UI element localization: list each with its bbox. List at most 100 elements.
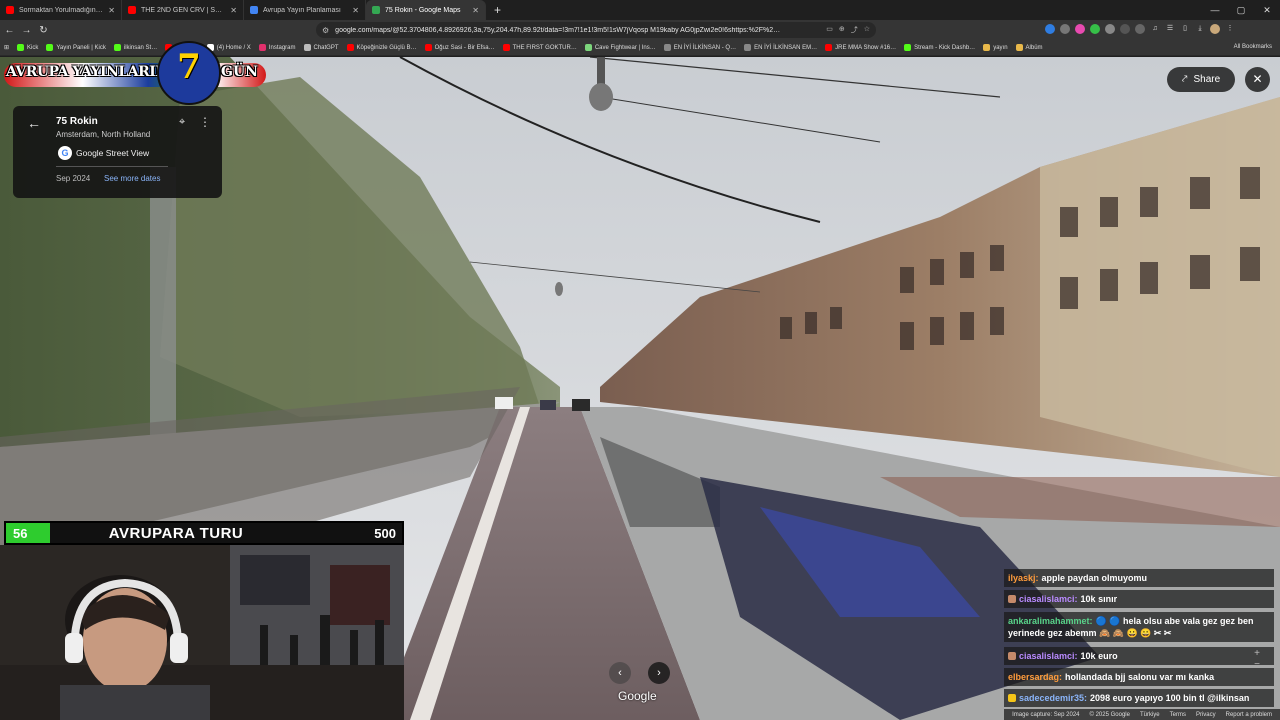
privacy-link[interactable]: Privacy — [1196, 712, 1216, 718]
share-label: Share — [1193, 74, 1221, 85]
close-tab-icon[interactable]: ✕ — [108, 6, 115, 15]
sidebar-icon[interactable]: ▯ — [1180, 24, 1190, 34]
chat-message: ilyaskj: apple paydan olmuyomu — [1004, 569, 1274, 587]
minimize-button[interactable]: — — [1202, 0, 1228, 20]
address-bar[interactable]: ⚙ google.com/maps/@52.3704806,4.8926926,… — [316, 22, 876, 38]
bookmark-item[interactable]: ChatGPT — [303, 44, 339, 51]
bookmark-item[interactable]: Cave Fightwear | Ins… — [584, 44, 656, 51]
browser-tab[interactable]: Avrupa Yayın Planlaması ✕ — [244, 0, 366, 20]
downloads-icon[interactable]: ⤓ — [1195, 24, 1205, 34]
profile-icon[interactable] — [1210, 24, 1220, 34]
browser-tab[interactable]: Sormaktan Yorulmadığınız O Sorun… ✕ — [0, 0, 122, 20]
next-arrow-button[interactable]: › — [648, 662, 670, 684]
bookmark-label: yayın — [993, 44, 1008, 51]
music-icon[interactable]: ♫ — [1150, 24, 1160, 34]
zoom-controls[interactable]: + − — [1250, 648, 1264, 680]
chat-username[interactable]: elbersardag: — [1008, 672, 1062, 682]
bookmark-label: Köpeğinizle Güçlü B… — [356, 44, 417, 51]
terms-link[interactable]: Terms — [1170, 712, 1186, 718]
all-bookmarks-label: All Bookmarks — [1233, 44, 1272, 50]
chat-username[interactable]: ciasalislamci: — [1019, 651, 1078, 661]
bookmark-label: EN İYİ İLKİNSAN EM… — [754, 44, 818, 51]
bookmark-favicon-icon — [424, 44, 432, 51]
bookmark-item[interactable]: Stream - Kick Dashb… — [904, 44, 975, 51]
user-badge-icon — [1008, 595, 1016, 603]
close-window-button[interactable]: ✕ — [1254, 0, 1280, 20]
back-button[interactable]: ← — [2, 25, 17, 36]
reload-button[interactable]: ↻ — [36, 25, 51, 36]
chat-text: 10k euro — [1080, 651, 1118, 661]
extension-icon[interactable] — [1105, 24, 1115, 34]
place-info-card: ← 75 Rokin Amsterdam, North Holland ⌖ ⋮ … — [13, 106, 222, 198]
bookmark-item[interactable]: yayın — [983, 44, 1008, 51]
bookmark-item[interactable]: EN İYİ İLKİNSAN EM… — [744, 44, 817, 51]
chat-message: ciasalislamci: 10k euro — [1004, 647, 1274, 665]
close-tab-icon[interactable]: ✕ — [472, 6, 479, 15]
bookmark-item[interactable]: Oğuz Sasi - Bir Efsa… — [424, 44, 495, 51]
bookmark-star-icon[interactable]: ☆ — [864, 25, 870, 35]
chat-username[interactable]: sadecedemir35: — [1019, 693, 1087, 703]
chat-username[interactable]: ilyaskj: — [1008, 573, 1039, 583]
previous-arrow-button[interactable]: ‹ — [609, 662, 631, 684]
bookmark-label: EN İYİ İLKİNSAN - Q… — [673, 44, 737, 51]
forward-button[interactable]: → — [19, 25, 34, 36]
extension-icon[interactable] — [1120, 24, 1130, 34]
more-options-icon[interactable]: ⋮ — [199, 115, 211, 129]
extension-icon[interactable] — [1060, 24, 1070, 34]
bookmark-favicon-icon — [303, 44, 311, 51]
location-pin-icon[interactable]: ⌖ — [179, 116, 185, 129]
bookmark-label: THE FIRST GOKTUR… — [512, 44, 577, 51]
logo-number: 7 — [177, 47, 201, 87]
bookmark-item[interactable]: EN İYİ İLKİNSAN - Q… — [663, 44, 737, 51]
extension-icon[interactable] — [1045, 24, 1055, 34]
close-tab-icon[interactable]: ✕ — [352, 6, 359, 15]
see-more-dates-link[interactable]: See more dates — [104, 174, 160, 183]
chat-username[interactable]: ciasalislamci: — [1019, 594, 1078, 604]
bookmark-favicon-icon — [1015, 44, 1023, 51]
menu-icon[interactable]: ⋮ — [1225, 24, 1235, 34]
browser-toolbar: ← → ↻ ⚙ google.com/maps/@52.3704806,4.89… — [0, 20, 1280, 40]
bookmark-item[interactable]: THE FIRST GOKTUR… — [502, 44, 577, 51]
url-text[interactable]: google.com/maps/@52.3704806,4.8926926,3a… — [335, 27, 826, 34]
cast-icon[interactable]: ▭ — [826, 25, 833, 35]
all-bookmarks-button[interactable]: All Bookmarks — [1231, 44, 1272, 50]
stream-logo-overlay: AVRUPA YAYINLARINA 7 GÜN — [4, 41, 266, 105]
report-problem-link[interactable]: Report a problem — [1226, 712, 1272, 718]
youtube-favicon-icon — [128, 6, 136, 14]
bookmark-item[interactable]: Köpeğinizle Güçlü B… — [346, 44, 417, 51]
screen: Sormaktan Yorulmadığınız O Sorun… ✕ THE … — [0, 0, 1280, 720]
browser-tab[interactable]: THE 2ND GEN CRV | SHOULD YOU B… ✕ — [122, 0, 244, 20]
chat-text: hollandada bjj salonu var mı kanka — [1065, 672, 1215, 682]
google-logo-icon: G — [58, 146, 72, 160]
bookmark-item[interactable]: JRE MMA Show #16… — [825, 44, 896, 51]
extension-icon[interactable] — [1075, 24, 1085, 34]
bookmark-favicon-icon — [502, 44, 510, 51]
tab-title: 75 Rokin - Google Maps — [385, 6, 461, 14]
browser-tab-active[interactable]: 75 Rokin - Google Maps ✕ — [366, 0, 486, 20]
bookmark-favicon-icon — [584, 44, 592, 51]
provider-label: Google Street View — [76, 148, 150, 158]
bookmark-item[interactable]: Albüm — [1015, 44, 1043, 51]
bookmark-label: Cave Fightwear | Ins… — [594, 44, 656, 51]
region-link[interactable]: Türkiye — [1140, 712, 1160, 718]
extension-icon[interactable] — [1090, 24, 1100, 34]
chat-text: 2098 euro yapıyo 100 bin tl @ilkinsan — [1090, 693, 1250, 703]
reading-list-icon[interactable]: ☰ — [1165, 24, 1175, 34]
share-icon[interactable]: ⤴ — [851, 25, 858, 35]
goal-counter-bar: 56 AVRUPARA TURU 500 — [4, 521, 404, 545]
back-arrow-icon[interactable]: ← — [27, 115, 41, 131]
user-badge-icon — [1008, 652, 1016, 660]
bookmark-label: ChatGPT — [313, 44, 339, 51]
docs-favicon-icon — [250, 6, 258, 14]
new-tab-button[interactable]: + — [486, 3, 509, 17]
site-info-icon[interactable]: ⚙ — [322, 26, 329, 35]
close-street-view-button[interactable]: ✕ — [1245, 67, 1270, 92]
extension-icon[interactable] — [1135, 24, 1145, 34]
share-button[interactable]: ⤤ Share — [1167, 67, 1235, 92]
share-icon: ⤤ — [1181, 74, 1188, 85]
maximize-button[interactable]: ▢ — [1228, 0, 1254, 20]
close-tab-icon[interactable]: ✕ — [230, 6, 237, 15]
chat-username[interactable]: ankaralimahammet: — [1008, 616, 1093, 626]
zoom-icon[interactable]: ⊕ — [839, 25, 845, 35]
chat-text: apple paydan olmuyomu — [1041, 573, 1148, 583]
